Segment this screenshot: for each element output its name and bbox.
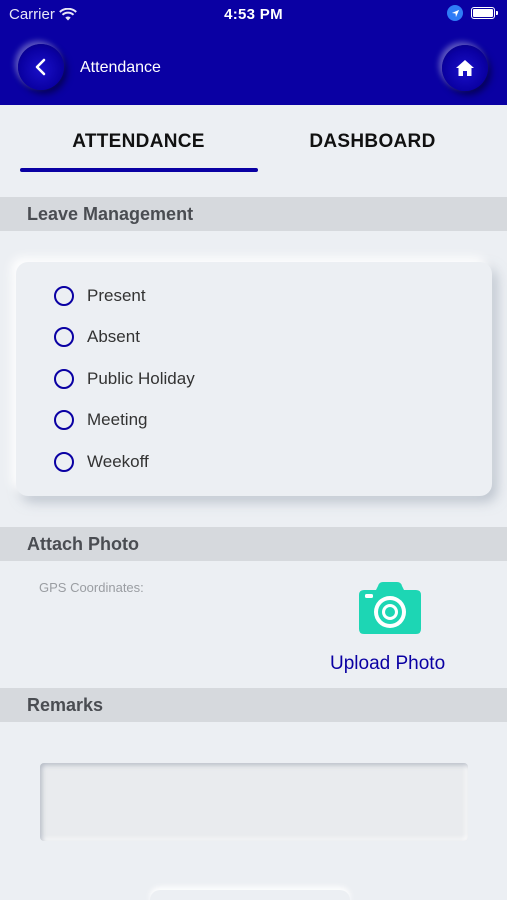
back-button[interactable] [18, 44, 64, 90]
option-label: Weekoff [87, 452, 149, 471]
location-icon [447, 5, 463, 21]
gps-coordinates-label: GPS Coordinates: [39, 580, 144, 595]
radio-button[interactable] [54, 327, 74, 347]
remarks-header: Remarks [0, 688, 507, 722]
tab-bar: ATTENDANCE DASHBOARD [0, 105, 507, 197]
radio-button[interactable] [54, 369, 74, 389]
status-indicators [447, 5, 498, 21]
battery-icon [471, 7, 498, 19]
option-absent[interactable]: Absent [54, 327, 140, 347]
leave-management-header: Leave Management [0, 197, 507, 231]
page-title: Attendance [80, 59, 161, 76]
section-title: Remarks [27, 695, 104, 715]
radio-button[interactable] [54, 452, 74, 472]
tab-dashboard[interactable]: DASHBOARD [250, 131, 495, 153]
option-weekoff[interactable]: Weekoff [54, 452, 149, 472]
submit-button-partial[interactable] [150, 890, 350, 900]
option-present[interactable]: Present [54, 286, 146, 306]
remarks-input[interactable] [40, 763, 468, 841]
home-button[interactable] [442, 45, 488, 91]
option-public-holiday[interactable]: Public Holiday [54, 369, 195, 389]
upload-photo-button[interactable]: Upload Photo [330, 653, 445, 675]
attach-photo-header: Attach Photo [0, 527, 507, 561]
option-meeting[interactable]: Meeting [54, 410, 147, 430]
camera-icon[interactable] [358, 581, 422, 635]
radio-button[interactable] [54, 286, 74, 306]
option-label: Public Holiday [87, 369, 195, 388]
radio-button[interactable] [54, 410, 74, 430]
status-bar: Carrier 4:53 PM [0, 0, 507, 28]
status-time: 4:53 PM [224, 6, 283, 23]
active-tab-indicator [20, 168, 258, 172]
app-header: Carrier 4:53 PM Attendance [0, 0, 507, 105]
option-label: Meeting [87, 410, 148, 429]
section-title: Attach Photo [27, 534, 139, 554]
tab-attendance[interactable]: ATTENDANCE [0, 131, 277, 153]
chevron-left-icon [35, 58, 46, 76]
leave-options-card: Present Absent Public Holiday Meeting We… [16, 262, 492, 496]
option-label: Absent [87, 327, 140, 346]
home-icon [456, 60, 474, 76]
option-label: Present [87, 286, 146, 305]
section-title: Leave Management [27, 204, 194, 224]
